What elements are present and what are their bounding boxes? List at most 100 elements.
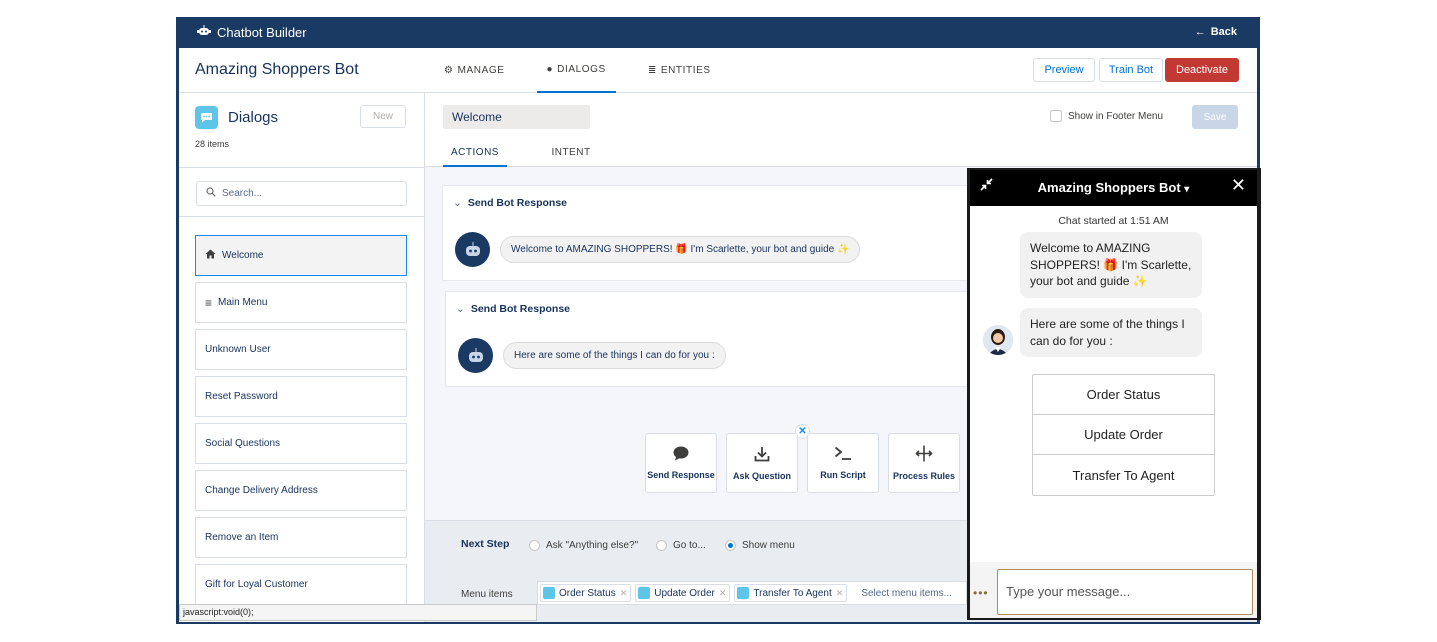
footer-menu-label: Show in Footer Menu [1068,110,1164,122]
remove-icon[interactable]: ✕ [836,588,844,599]
card-title[interactable]: ⌄ Send Bot Response [453,197,567,209]
radio-dot[interactable] [656,540,667,551]
menu-option[interactable]: Transfer To Agent [1033,455,1214,495]
list-item[interactable]: Social Questions [195,423,407,464]
search-placeholder: Search... [222,188,263,199]
search-input[interactable]: Search... [196,181,407,206]
bot-icon [197,25,211,40]
remove-icon[interactable]: ✕ [719,588,727,599]
menu-item-pill[interactable]: Order Status ✕ [540,584,632,602]
list-icon: ≣ [647,65,657,76]
run-script-button[interactable]: Run Script [807,433,879,493]
list-item[interactable]: Welcome [195,235,407,276]
chat-icon: ● [546,64,554,75]
list-item-label: Welcome [222,250,264,261]
send-response-button[interactable]: Send Response [645,433,717,493]
back-button[interactable]: ← Back [1195,26,1237,38]
radio-ask-anything-else[interactable]: Ask "Anything else?" [529,540,638,551]
main-tabs: ⚙ MANAGE ● DIALOGS ≣ ENTITIES [434,48,743,93]
card-title-label: Send Bot Response [470,303,570,315]
checkbox-box[interactable] [1050,110,1062,122]
list-item[interactable]: Change Delivery Address [195,470,407,511]
list-item-label: Main Menu [218,297,268,308]
dialog-name-field[interactable]: Welcome [443,105,590,129]
radio-go-to[interactable]: Go to... [656,540,706,551]
list-item[interactable]: Gift for Loyal Customer [195,564,407,605]
dialogs-icon [195,106,218,129]
ask-question-label: Ask Question [732,470,791,481]
bot-name: Amazing Shoppers Bot [195,61,359,78]
chat-title[interactable]: Amazing Shoppers Bot ▾ [970,180,1257,195]
menu-option[interactable]: Update Order [1033,415,1214,455]
chat-title-label: Amazing Shoppers Bot [1037,180,1181,195]
search-icon [206,187,216,200]
caret-down-icon: ▾ [1184,184,1190,195]
close-icon[interactable]: ✕ [1231,175,1246,196]
pill-label: Update Order [654,587,715,599]
tab-actions[interactable]: ACTIONS [443,143,507,167]
train-bot-button[interactable]: Train Bot [1099,58,1163,82]
radio-dot[interactable] [529,540,540,551]
chat-message: Here are some of the things I can do for… [1020,308,1202,357]
list-item[interactable]: Reset Password [195,376,407,417]
send-response-label: Send Response [647,470,715,480]
chat-bubble-icon [673,446,689,463]
chat-message: Welcome to AMAZING SHOPPERS! 🎁 I'm Scarl… [1020,232,1202,298]
tab-intent[interactable]: INTENT [543,143,599,167]
new-dialog-button[interactable]: New [360,105,406,128]
save-button[interactable]: Save [1192,105,1238,129]
process-rules-label: Process Rules [892,471,956,481]
list-item[interactable]: Unknown User [195,329,407,370]
radio-show-menu[interactable]: Show menu [725,540,795,551]
dialog-list: Welcome ≡ Main Menu Unknown User Reset P… [195,235,407,611]
preview-button[interactable]: Preview [1033,58,1095,82]
deactivate-button[interactable]: Deactivate [1165,58,1239,82]
list-item[interactable]: ≡ Main Menu [195,282,407,323]
pill-label: Order Status [559,587,616,599]
divider [179,167,425,168]
menu-item-pill[interactable]: Update Order ✕ [635,584,731,602]
list-item[interactable]: Remove an Item [195,517,407,558]
chevron-down-icon: ⌄ [453,197,462,209]
chat-message-input[interactable]: Type your message... [997,569,1253,615]
process-icon [915,445,933,464]
chat-header: Amazing Shoppers Bot ▾ ✕ [970,170,1257,206]
footer-menu-checkbox[interactable]: Show in Footer Menu [1050,110,1163,122]
ask-question-button[interactable]: Ask Question [726,433,798,493]
menu-option[interactable]: Order Status [1033,375,1214,415]
terminal-icon [834,446,852,463]
menu-items-placeholder[interactable]: Select menu items... [851,588,952,599]
menu-item-pill[interactable]: Transfer To Agent ✕ [734,584,848,602]
browser-status-bar: javascript:void(0); [179,604,537,621]
radio-dot[interactable] [725,540,736,551]
divider [179,216,425,217]
list-item-label: Gift for Loyal Customer [205,579,308,590]
chat-menu: Order Status Update Order Transfer To Ag… [1032,374,1215,496]
chat-window: Amazing Shoppers Bot ▾ ✕ Chat started at… [970,170,1257,618]
tab-dialogs-label: DIALOGS [557,64,606,75]
pill-label: Transfer To Agent [753,587,832,599]
process-rules-button[interactable]: Process Rules [888,433,960,493]
bot-response-card: ⌄ Send Bot Response Here are some of the… [445,291,982,387]
list-item-label: Remove an Item [205,532,279,543]
agent-avatar [983,325,1013,355]
remove-icon[interactable]: ✕ [620,588,628,599]
bot-message[interactable]: Here are some of the things I can do for… [503,342,726,369]
bot-message[interactable]: Welcome to AMAZING SHOPPERS! 🎁 I'm Scarl… [500,236,861,263]
chat-widget: Amazing Shoppers Bot ▾ ✕ Chat started at… [967,168,1261,620]
list-item-label: Unknown User [205,344,271,355]
card-title[interactable]: ⌄ Send Bot Response [456,303,570,315]
dialog-icon [543,587,555,599]
more-options-icon[interactable]: ••• [973,586,989,600]
list-item-label: Social Questions [205,438,281,449]
radio-label: Go to... [673,540,706,551]
tab-manage[interactable]: ⚙ MANAGE [434,48,515,93]
chat-footer: ••• Type your message... [970,562,1257,618]
tab-dialogs[interactable]: ● DIALOGS [536,48,616,93]
dialog-icon [638,587,651,599]
tab-entities[interactable]: ≣ ENTITIES [638,48,721,93]
chat-start-time: Chat started at 1:51 AM [1058,215,1169,227]
menu-items-input[interactable]: Order Status ✕ Update Order ✕ Transfer T… [537,581,967,605]
brand-label: Chatbot Builder [217,25,307,40]
brand: Chatbot Builder [197,25,307,40]
